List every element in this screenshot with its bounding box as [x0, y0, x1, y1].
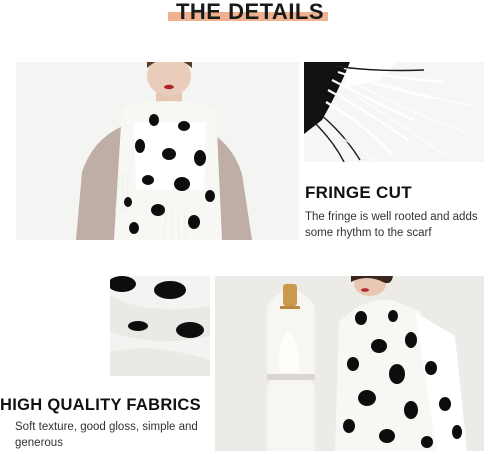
fringe-closeup-photo — [304, 62, 484, 162]
page-title: THE DETAILS — [175, 0, 325, 24]
fabric-quality-description: Soft texture, good gloss, simple and gen… — [15, 421, 198, 449]
fabric-closeup-photo — [110, 276, 210, 376]
fringe-cut-description: The fringe is well rooted and adds some … — [305, 211, 478, 239]
fabric-quality-heading: HIGH QUALITY FABRICS — [0, 396, 201, 414]
model-scarf-photo — [16, 62, 299, 240]
model-arches-photo — [215, 276, 484, 451]
fringe-cut-heading: FRINGE CUT — [305, 183, 412, 202]
